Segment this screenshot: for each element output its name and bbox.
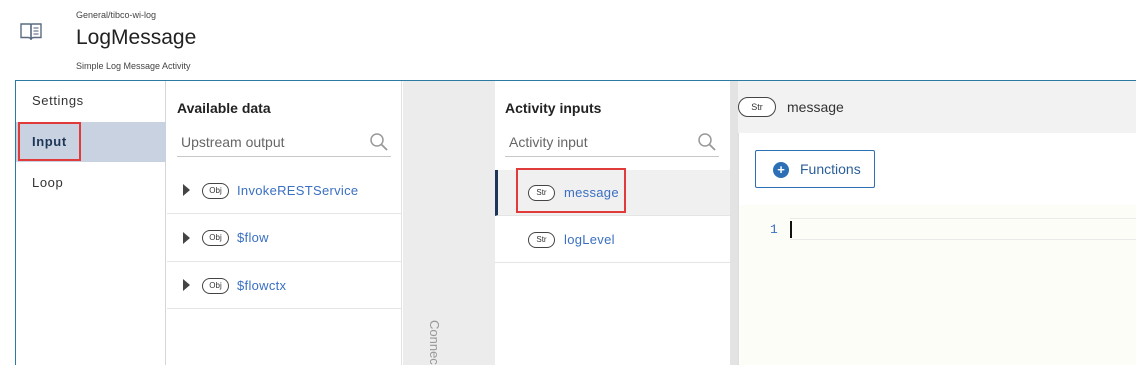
search-icon[interactable] [697,132,717,152]
available-data-panel: Available data Obj InvokeRESTService Obj… [167,81,402,365]
highlight-box-input-tab [18,122,81,161]
activity-inputs-title: Activity inputs [505,100,602,116]
tab-loop[interactable]: Loop [16,163,166,203]
functions-button-label: Functions [800,161,861,177]
book-icon [20,23,42,40]
search-icon[interactable] [369,132,389,152]
expand-caret-icon[interactable] [183,279,190,291]
tab-settings[interactable]: Settings [16,81,166,121]
type-badge-str: Str [528,232,555,248]
type-badge-str: Str [738,97,776,117]
plus-circle-icon: + [773,162,789,178]
tab-loop-label: Loop [32,175,64,190]
activity-input-label: logLevel [564,232,615,247]
upstream-output-search [177,127,391,157]
tree-item-flow[interactable]: Obj $flow [167,215,401,262]
type-badge-obj: Obj [202,278,229,294]
activity-input-search [505,127,719,157]
activity-header: General/tibco-wi-log LogMessage Simple L… [0,0,1136,80]
tree-item-label: $flow [237,230,269,245]
upstream-output-search-input[interactable] [177,127,391,156]
activity-category: General/tibco-wi-log [76,10,157,20]
expand-caret-icon[interactable] [183,232,190,244]
connector-label: Connec [427,320,442,365]
tree-item-label: $flowctx [237,278,287,293]
code-line-1[interactable] [790,218,1136,240]
type-badge-obj: Obj [202,230,229,246]
tree-item-flowctx[interactable]: Obj $flowctx [167,262,401,309]
expand-caret-icon[interactable] [183,184,190,196]
page-title: LogMessage [76,26,197,49]
highlight-box-message [516,168,626,213]
activity-input-search-input[interactable] [505,127,719,156]
editor-field-name: message [787,99,844,115]
activity-inputs-panel: Activity inputs Str message Str logLevel [495,81,730,365]
connector-strip [403,81,495,365]
text-cursor [790,221,792,238]
line-number: 1 [770,222,778,237]
tab-settings-label: Settings [32,93,84,108]
functions-button[interactable]: + Functions [755,150,875,188]
activity-input-loglevel[interactable]: Str logLevel [495,217,730,263]
tree-item-label: InvokeRESTService [237,183,359,198]
activity-description: Simple Log Message Activity [76,61,191,71]
type-badge-obj: Obj [202,183,229,199]
panel-divider[interactable] [730,81,738,365]
available-data-title: Available data [177,100,271,116]
tree-item-invokerestservice[interactable]: Obj InvokeRESTService [167,167,401,214]
